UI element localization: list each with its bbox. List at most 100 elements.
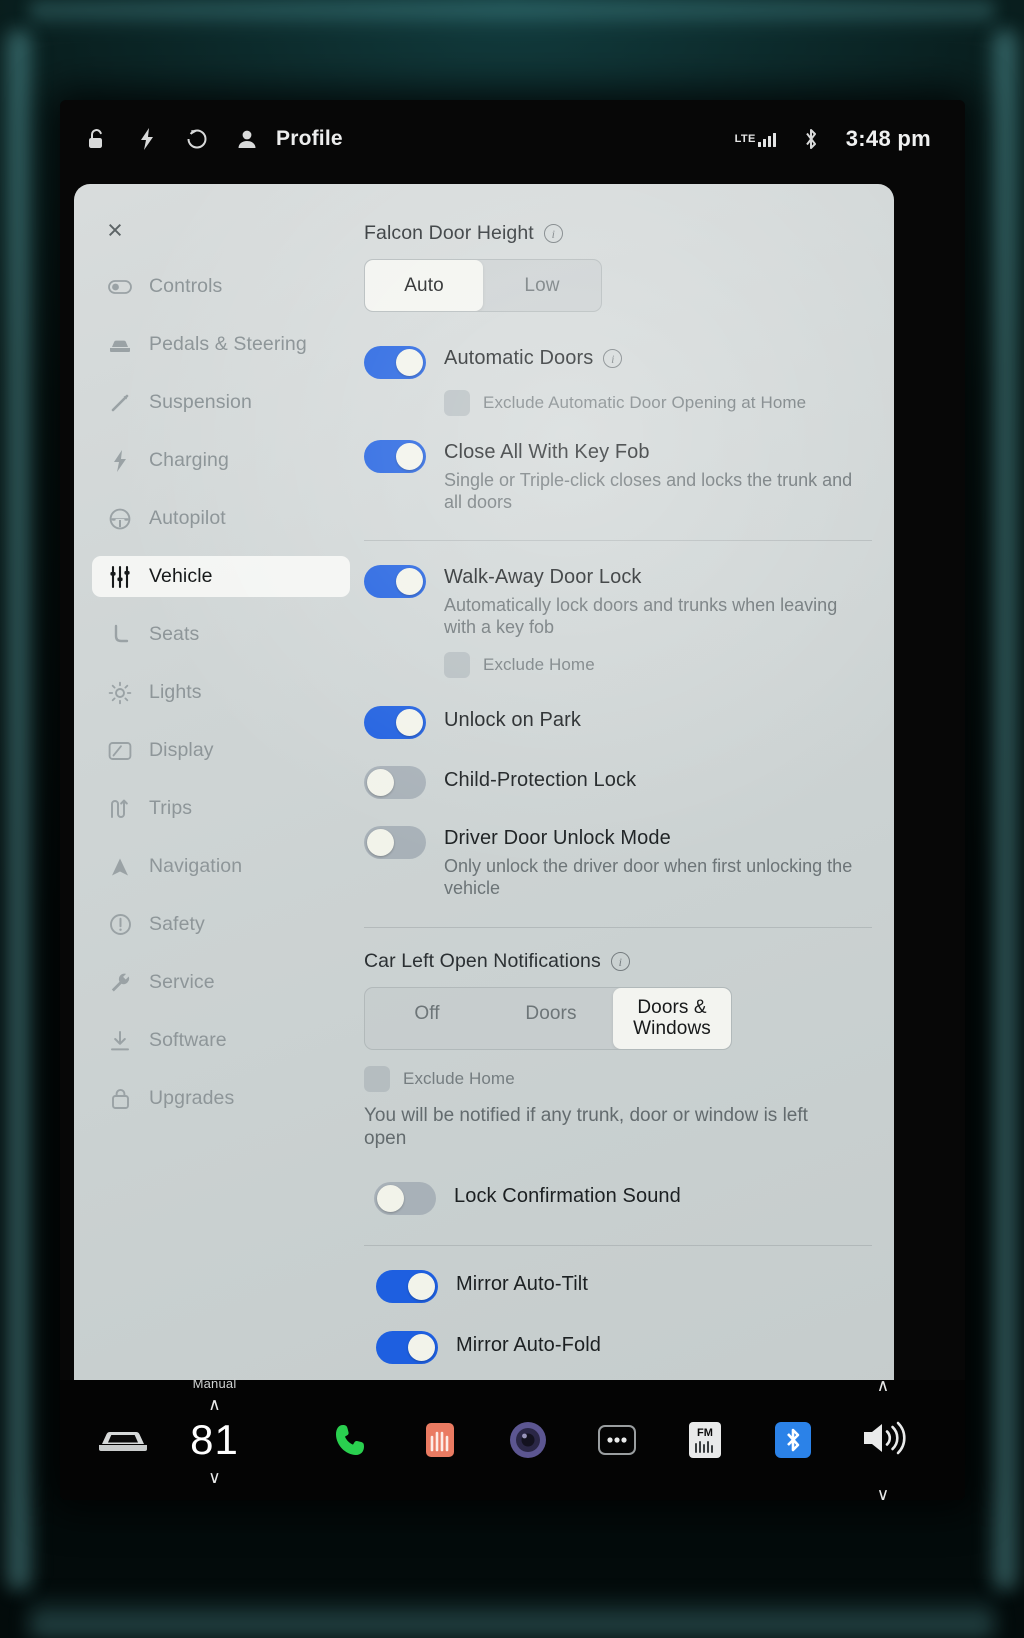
camera-icon[interactable] <box>484 1420 572 1460</box>
lock-icon[interactable] <box>84 126 110 152</box>
lock-confirmation-sound-row: Lock Confirmation Sound <box>374 1180 872 1216</box>
signal-bars-icon <box>757 131 776 147</box>
screen-icon <box>108 739 132 763</box>
fm-radio-icon[interactable]: FM <box>661 1420 749 1460</box>
info-icon[interactable]: i <box>610 952 630 972</box>
unlock-on-park-label: Unlock on Park <box>444 708 582 731</box>
mirror-auto-tilt-toggle[interactable] <box>376 1270 438 1304</box>
car-left-open-option-doors[interactable]: Doors <box>489 988 613 1049</box>
walk-away-door-lock-description: Automatically lock doors and trunks when… <box>444 594 838 637</box>
checkbox[interactable] <box>364 1065 390 1092</box>
bag-icon <box>108 1087 132 1111</box>
info-icon[interactable]: i <box>603 349 623 369</box>
falcon-door-height-option-auto[interactable]: Auto <box>365 260 483 312</box>
automatic-doors-label-row: Automatic Doors i <box>444 347 623 370</box>
sidebar-item-service[interactable]: Service <box>92 962 350 1003</box>
car-left-open-segmented[interactable]: Off Doors Doors & Windows <box>364 987 732 1050</box>
toggle-icon <box>108 275 132 299</box>
close-icon[interactable]: × <box>99 214 131 246</box>
settings-content: Falcon Door Height i Auto Low Automatic … <box>364 222 880 1446</box>
checkbox[interactable] <box>444 651 470 678</box>
alert-circle-icon <box>108 913 132 937</box>
mirror-auto-fold-toggle[interactable] <box>376 1331 438 1365</box>
checkbox[interactable] <box>444 390 470 417</box>
child-protection-lock-toggle[interactable] <box>364 765 426 799</box>
divider <box>364 1245 872 1247</box>
sidebar-item-label: Seats <box>149 623 200 645</box>
walk-away-door-lock-label: Walk-Away Door Lock <box>444 565 642 588</box>
bluetooth-app-icon[interactable] <box>749 1420 837 1460</box>
route-icon <box>108 797 132 821</box>
cellular-signal-indicator: LTE <box>735 131 776 147</box>
mirror-auto-fold-label: Mirror Auto-Fold <box>456 1334 601 1357</box>
car-icon[interactable] <box>88 1425 157 1455</box>
sidebar-item-software[interactable]: Software <box>92 1020 350 1061</box>
home-icon[interactable] <box>184 126 210 152</box>
close-all-with-key-fob-toggle[interactable] <box>364 440 426 474</box>
automatic-doors-toggle[interactable] <box>364 346 426 380</box>
bezel-glow-bottom <box>30 1596 994 1636</box>
navigation-arrow-icon <box>108 855 132 879</box>
chevron-down-icon[interactable]: ∨ <box>208 1469 220 1486</box>
lock-confirmation-sound-toggle[interactable] <box>374 1182 436 1216</box>
sidebar-item-label: Trips <box>149 797 193 819</box>
sidebar-item-pedals-steering[interactable]: Pedals & Steering <box>92 324 350 365</box>
sidebar-item-suspension[interactable]: Suspension <box>92 382 350 423</box>
phone-icon[interactable] <box>308 1422 396 1458</box>
sidebar-item-label: Vehicle <box>149 565 213 587</box>
bluetooth-icon[interactable] <box>798 126 824 152</box>
falcon-door-height-segmented[interactable]: Auto Low <box>364 259 602 313</box>
dashboard-photo: Profile LTE 3:48 pm × Controls Pedals & … <box>0 0 1024 1638</box>
info-icon[interactable]: i <box>543 224 563 243</box>
suspension-icon <box>108 391 132 415</box>
walk-away-door-lock-toggle[interactable] <box>364 564 426 598</box>
sidebar-item-autopilot[interactable]: Autopilot <box>92 498 350 539</box>
more-dots-icon[interactable] <box>573 1423 661 1457</box>
touchscreen: Profile LTE 3:48 pm × Controls Pedals & … <box>60 100 965 1500</box>
walk-away-exclude-home-label: Exclude Home <box>483 654 595 674</box>
sidebar-item-upgrades[interactable]: Upgrades <box>92 1078 350 1119</box>
chevron-up-icon[interactable]: ∧ <box>877 1376 889 1396</box>
exclude-automatic-door-opening-label: Exclude Automatic Door Opening at Home <box>483 393 807 413</box>
unlock-on-park-toggle[interactable] <box>364 705 426 739</box>
sidebar-item-navigation[interactable]: Navigation <box>92 846 350 887</box>
walk-away-exclude-home-row[interactable]: Exclude Home <box>444 651 872 678</box>
close-all-with-key-fob-row: Close All With Key Fob Single or Triple-… <box>364 438 872 513</box>
profile-label[interactable]: Profile <box>276 127 343 151</box>
sidebar-item-seats[interactable]: Seats <box>92 614 350 655</box>
sidebar-item-label: Suspension <box>149 391 252 413</box>
sidebar-item-lights[interactable]: Lights <box>92 672 350 713</box>
divider <box>364 539 872 541</box>
car-left-open-option-doors-windows[interactable]: Doors & Windows <box>613 988 731 1049</box>
bezel-glow-right <box>988 30 1022 1590</box>
sidebar-item-display[interactable]: Display <box>92 730 350 771</box>
close-all-with-key-fob-description: Single or Triple-click closes and locks … <box>444 470 853 513</box>
seat-heater-icon[interactable] <box>396 1420 484 1460</box>
exclude-automatic-door-opening-row[interactable]: Exclude Automatic Door Opening at Home <box>444 390 872 417</box>
settings-panel: × Controls Pedals & Steering Suspension <box>74 184 894 1446</box>
falcon-door-height-option-low[interactable]: Low <box>483 260 601 311</box>
clock: 3:48 pm <box>845 126 931 151</box>
bezel-glow-top <box>30 2 994 28</box>
sidebar-item-charging[interactable]: Charging <box>92 440 350 481</box>
charging-bolt-icon[interactable] <box>134 126 160 152</box>
volume-control[interactable]: ∧ ∨ <box>837 1376 929 1500</box>
driver-door-unlock-mode-description: Only unlock the driver door when first u… <box>444 855 853 898</box>
sidebar-item-safety[interactable]: Safety <box>92 904 350 945</box>
sidebar-item-trips[interactable]: Trips <box>92 788 350 829</box>
sliders-icon <box>108 565 132 589</box>
sidebar-item-vehicle[interactable]: Vehicle <box>92 556 350 597</box>
sidebar-item-controls[interactable]: Controls <box>92 266 350 307</box>
volume-icon[interactable] <box>860 1418 906 1463</box>
person-icon[interactable] <box>234 126 260 152</box>
mirror-auto-fold-row: Mirror Auto-Fold <box>376 1329 872 1365</box>
sidebar-item-label: Pedals & Steering <box>149 333 307 355</box>
driver-door-unlock-mode-toggle[interactable] <box>364 825 426 859</box>
car-left-open-option-off[interactable]: Off <box>365 988 489 1049</box>
sidebar-item-label: Autopilot <box>149 507 226 529</box>
sidebar-item-label: Service <box>149 971 215 993</box>
car-left-open-exclude-home-row[interactable]: Exclude Home <box>364 1065 872 1092</box>
unlock-on-park-row: Unlock on Park <box>364 704 872 739</box>
network-type-label: LTE <box>734 133 756 145</box>
chevron-down-icon[interactable]: ∨ <box>877 1485 889 1501</box>
